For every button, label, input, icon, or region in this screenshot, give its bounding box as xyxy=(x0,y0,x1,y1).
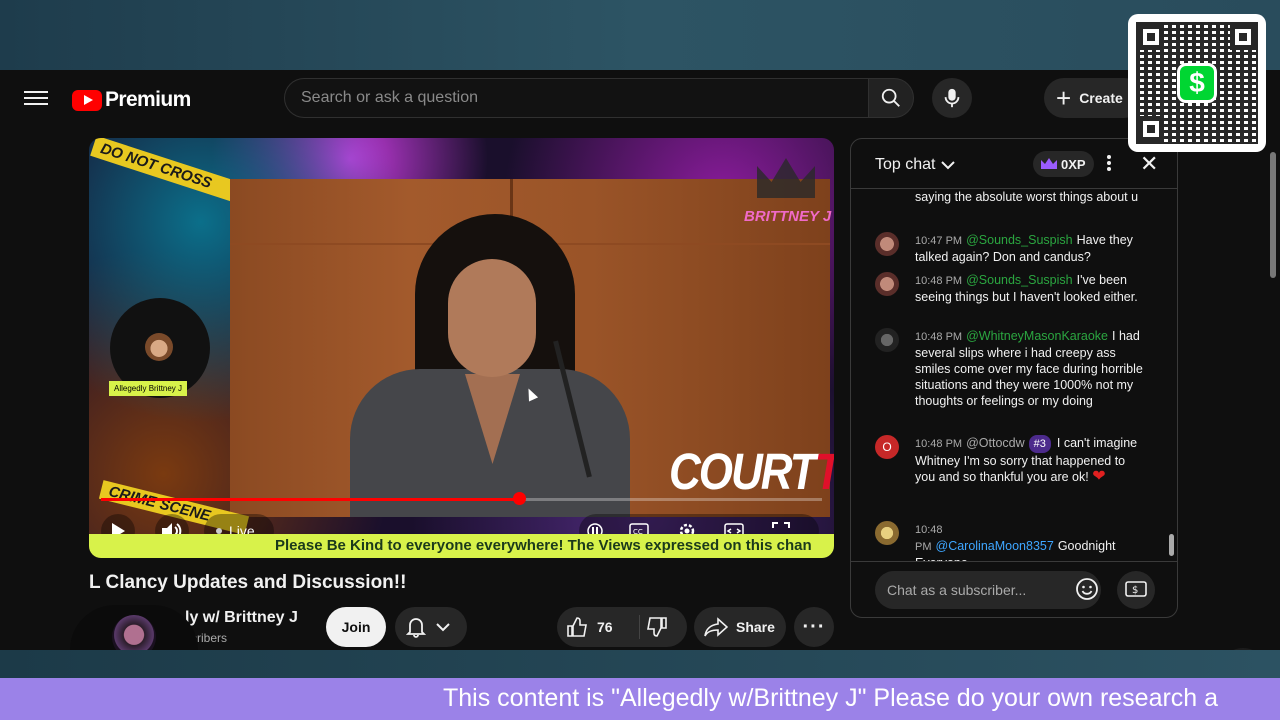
message-time: 10:48 PM xyxy=(915,438,963,450)
more-icon: ··· xyxy=(802,615,826,638)
witness-face xyxy=(448,259,536,377)
super-chat-icon: $ xyxy=(1125,581,1147,597)
chevron-down-icon xyxy=(941,161,956,170)
chat-messages: saying the absolute worst things about u… xyxy=(851,189,1177,562)
youtube-logo-icon xyxy=(72,89,102,111)
like-dislike-group: 76 xyxy=(557,607,687,647)
mic-icon xyxy=(944,88,960,108)
create-label: Create xyxy=(1079,90,1123,106)
brand-name: Premium xyxy=(105,88,191,111)
share-button[interactable]: Share xyxy=(694,607,786,647)
live-chat-panel: Top chat 0XP ✕ saying the absolute worst… xyxy=(850,138,1178,618)
chat-message: 10:48 PM@CarolinaMoon8357Goodnight Every… xyxy=(875,521,1145,562)
chat-mode-label: Top chat xyxy=(875,156,936,173)
chat-input[interactable] xyxy=(875,571,1101,609)
court-tv-logo-main: COURT xyxy=(669,444,817,501)
more-button[interactable]: ··· xyxy=(794,607,834,647)
video-player[interactable]: DO NOT CROSS BRITTNEY J COURTTV Allegedl… xyxy=(89,138,834,558)
close-icon[interactable]: ✕ xyxy=(1140,151,1158,177)
qr-finder xyxy=(1138,116,1164,142)
chat-footer: $ xyxy=(851,561,1177,617)
qr-finder xyxy=(1230,24,1256,50)
thumbs-up-icon xyxy=(567,617,587,637)
message-author[interactable]: @Sounds_Suspish xyxy=(966,233,1073,247)
chat-scrollbar[interactable] xyxy=(1169,534,1174,556)
search-icon xyxy=(881,88,900,107)
message-author[interactable]: @Ottocdw xyxy=(966,436,1025,450)
chat-message: 10:47 PM @Sounds_Suspish Have they talked … xyxy=(875,232,1145,265)
like-button[interactable]: 76 xyxy=(567,616,613,638)
message-time: 10:48 PM xyxy=(915,331,963,343)
stream-overlay-top-band xyxy=(0,0,1280,70)
dislike-button[interactable] xyxy=(645,616,667,643)
video-title: L Clancy Updates and Discussion!! xyxy=(89,572,407,593)
kindness-banner-text: Please Be Kind to everyone everywhere! T… xyxy=(275,537,812,554)
kebab-icon[interactable] xyxy=(1104,153,1114,173)
court-tv-logo-accent: TV xyxy=(815,444,834,500)
message-author[interactable]: @Sounds_Suspish xyxy=(966,273,1073,287)
emoji-icon[interactable] xyxy=(1075,577,1101,603)
message-author[interactable]: @WhitneyMasonKaraoke xyxy=(966,329,1108,343)
like-count: 76 xyxy=(597,619,613,635)
court-tv-logo: COURTTV xyxy=(669,444,834,502)
notifications-button[interactable] xyxy=(395,607,467,647)
message-time: 10:48 PM xyxy=(915,275,963,287)
voice-search-button[interactable] xyxy=(932,78,972,118)
heart-icon: ❤ xyxy=(1092,468,1106,485)
share-label: Share xyxy=(736,619,775,635)
divider xyxy=(639,615,640,639)
ticker-text: This content is "Allegedly w/Brittney J"… xyxy=(443,684,1219,712)
stream-overlay-bottom-band xyxy=(0,650,1280,678)
chat-mode-dropdown[interactable]: Top chat xyxy=(875,156,956,174)
progress-scrubber[interactable] xyxy=(513,492,526,505)
avatar[interactable] xyxy=(875,521,899,545)
overlay-brand: BRITTNEY J xyxy=(744,208,832,225)
message-author[interactable]: @CarolinaMoon8357 xyxy=(936,539,1054,553)
plus-icon: + xyxy=(1056,83,1072,113)
message-time: 10:47 PM xyxy=(915,235,963,247)
channel-name[interactable]: ly w/ Brittney J xyxy=(185,609,298,627)
kindness-banner: Please Be Kind to everyone everywhere! T… xyxy=(89,534,834,558)
message-text: saying the absolute worst things about u xyxy=(915,190,1139,204)
progress-fill xyxy=(101,498,519,501)
chat-message: O 10:48 PM @Ottocdw #3 I can't imagine Whit… xyxy=(875,435,1145,485)
page-scrollbar[interactable] xyxy=(1270,152,1276,278)
host-label: Allegedly Brittney J xyxy=(109,381,188,396)
super-chat-button[interactable]: $ xyxy=(1117,571,1155,609)
youtube-logo[interactable]: Premium xyxy=(72,88,191,112)
xp-label: 0XP xyxy=(1061,156,1086,172)
thumbs-down-icon xyxy=(647,617,667,637)
avatar[interactable]: O xyxy=(875,435,899,459)
xp-badge[interactable]: 0XP xyxy=(1033,151,1094,177)
search-button[interactable] xyxy=(868,78,914,118)
avatar[interactable] xyxy=(875,328,899,352)
youtube-app: Premium + Create DO NOT CROSS BRITTNEY J… xyxy=(0,70,1280,698)
join-button[interactable]: Join xyxy=(326,607,386,647)
host-avatar xyxy=(145,333,173,361)
crown-icon xyxy=(757,158,815,198)
avatar[interactable] xyxy=(875,272,899,296)
ticker-banner: This content is "Allegedly w/Brittney J"… xyxy=(0,678,1280,720)
qr-finder xyxy=(1138,24,1164,50)
chat-message: 10:48 PM @Sounds_Suspish I've been seeing … xyxy=(875,272,1145,305)
share-icon xyxy=(704,617,728,637)
chevron-down-icon xyxy=(436,623,450,632)
chat-message-partial: saying the absolute worst things about u xyxy=(875,189,1145,205)
avatar[interactable] xyxy=(875,232,899,256)
svg-text:$: $ xyxy=(1132,585,1138,596)
bell-icon xyxy=(406,618,426,638)
rank-badge: #3 xyxy=(1028,435,1051,453)
menu-icon[interactable] xyxy=(24,88,48,108)
chat-message: 10:48 PM @WhitneyMasonKaraoke I had severa… xyxy=(875,328,1145,409)
cash-app-icon: $ xyxy=(1177,63,1217,103)
search-input[interactable] xyxy=(284,78,870,118)
crown-icon xyxy=(1041,158,1057,169)
